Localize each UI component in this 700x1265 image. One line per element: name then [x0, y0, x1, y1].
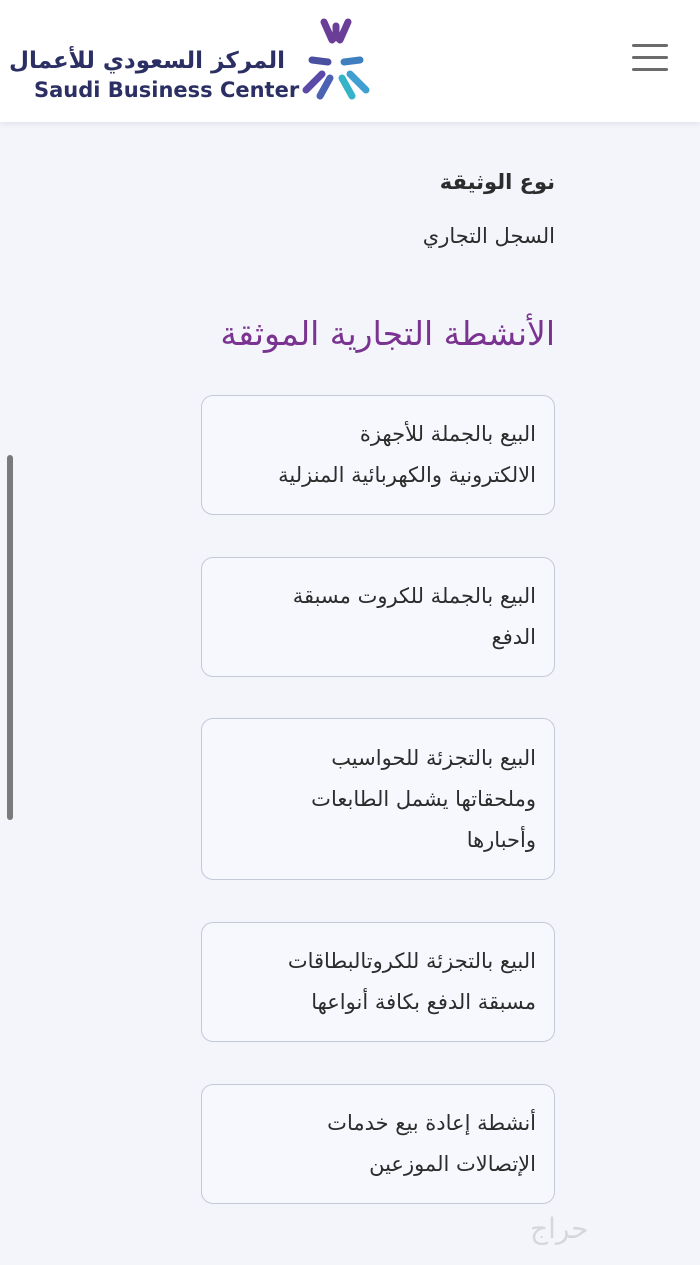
- document-type-label: نوع الوثيقة: [439, 170, 555, 194]
- app-header: المركز السعودي للأعمال Saudi Business Ce…: [0, 0, 700, 122]
- activity-card[interactable]: البيع بالجملة للكروت مسبقة الدفع: [201, 557, 555, 677]
- activity-text-line: البيع بالجملة للأجهزة: [359, 422, 536, 446]
- verified-activities-title: الأنشطة التجارية الموثقة: [220, 314, 555, 353]
- activity-card[interactable]: البيع بالتجزئة للحواسيب وملحقاتها يشمل ا…: [201, 718, 555, 880]
- activity-text-line: وملحقاتها يشمل الطابعات: [311, 786, 536, 811]
- activity-text-line: البيع بالتجزئة للحواسيب: [331, 745, 536, 770]
- saudi-business-center-logo[interactable]: المركز السعودي للأعمال Saudi Business Ce…: [9, 14, 390, 106]
- activity-text-line: الإتصالات الموزعين: [369, 1152, 536, 1176]
- haraj-watermark: حراج: [530, 1212, 589, 1245]
- hamburger-menu-icon[interactable]: [632, 44, 668, 72]
- activity-text-line: الالكترونية والكهربائية المنزلية: [278, 463, 536, 487]
- activity-card[interactable]: البيع بالجملة للأجهزة الالكترونية والكهر…: [201, 395, 555, 515]
- logo-english-text: Saudi Business Center: [34, 78, 300, 102]
- activity-card[interactable]: البيع بالتجزئة للكروتالبطاقات مسبقة الدف…: [201, 922, 555, 1042]
- activity-text-line: وأحبارها: [466, 827, 536, 852]
- logo-arabic-text: المركز السعودي للأعمال: [9, 48, 285, 74]
- activity-text-line: أنشطة إعادة بيع خدمات: [327, 1111, 536, 1135]
- activity-card[interactable]: أنشطة إعادة بيع خدمات الإتصالات الموزعين: [201, 1084, 555, 1204]
- activity-text-line: البيع بالجملة للكروت مسبقة: [292, 584, 536, 608]
- activity-text-line: البيع بالتجزئة للكروتالبطاقات: [287, 949, 536, 973]
- activity-text-line: الدفع: [491, 625, 536, 649]
- page-scrollbar[interactable]: [7, 455, 13, 820]
- document-type-value: السجل التجاري: [422, 224, 555, 248]
- activity-text-line: مسبقة الدفع بكافة أنواعها: [311, 990, 536, 1014]
- star-arrows-logo-icon: [302, 18, 370, 100]
